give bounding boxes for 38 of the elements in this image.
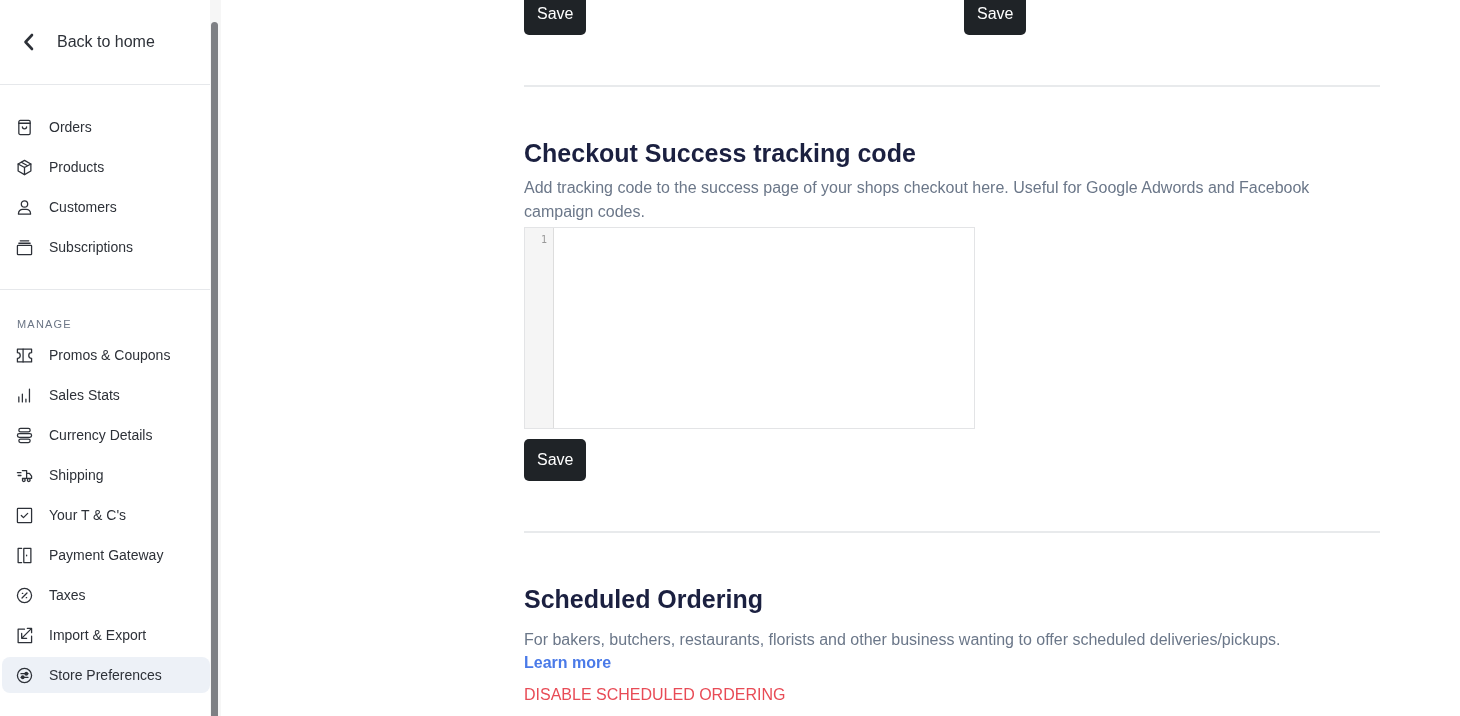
save-button[interactable]: Save [524, 0, 587, 35]
sidebar-item[interactable]: Sales Stats [2, 377, 210, 413]
sidebar-item[interactable]: Products [2, 149, 210, 185]
learn-more-link[interactable]: Learn more [524, 652, 612, 674]
sidebar-item[interactable]: Shipping [2, 457, 210, 493]
sidebar-item[interactable]: Store Preferences [2, 657, 210, 693]
sidebar-item[interactable]: Taxes [2, 577, 210, 613]
ticket-icon [16, 346, 33, 364]
sidebar-item[interactable]: Your T & C's [2, 497, 210, 533]
sidebar-item[interactable]: Currency Details [2, 417, 210, 453]
sidebar-item[interactable]: Import & Export [2, 617, 210, 653]
bar-chart-icon [16, 386, 33, 404]
checked-square-icon [16, 506, 33, 524]
sliders-icon [16, 666, 33, 684]
sidebar-item[interactable]: Payment Gateway [2, 537, 210, 573]
sidebar-item[interactable]: Customers [2, 189, 210, 225]
save-button[interactable]: Save [524, 439, 587, 481]
chevron-left-icon [23, 33, 35, 51]
door-icon [16, 546, 33, 564]
stacked-bars-icon [16, 426, 33, 444]
scrollbar-thumb[interactable] [211, 22, 218, 716]
save-button[interactable]: Save [964, 0, 1027, 35]
bag-icon [16, 118, 33, 136]
box-icon [16, 158, 33, 176]
square-arrow-icon [16, 626, 33, 644]
section-title: Checkout Success tracking code [524, 138, 916, 169]
person-icon [16, 198, 33, 216]
section-description: Add tracking code to the success page of your shops checkout here. Useful for Google Adwords and Facebook campaign codes. [524, 178, 1311, 222]
section-description: For bakers, butchers, restaurants, florists and other business wanting to offer scheduled deliveries/pickups. [524, 630, 1281, 650]
sidebar-item[interactable]: Subscriptions [2, 229, 210, 265]
stack-icon [16, 238, 33, 256]
section-heading: MANAGE [16, 317, 73, 332]
sidebar-item[interactable]: Orders [2, 109, 210, 145]
percent-icon [16, 586, 33, 604]
section-title: Scheduled Ordering [524, 584, 763, 615]
line-number: 1 [539, 233, 548, 247]
sidebar-item[interactable]: Promos & Coupons [2, 337, 210, 373]
disable-scheduled-ordering-link[interactable]: DISABLE SCHEDULED ORDERING [524, 684, 786, 706]
